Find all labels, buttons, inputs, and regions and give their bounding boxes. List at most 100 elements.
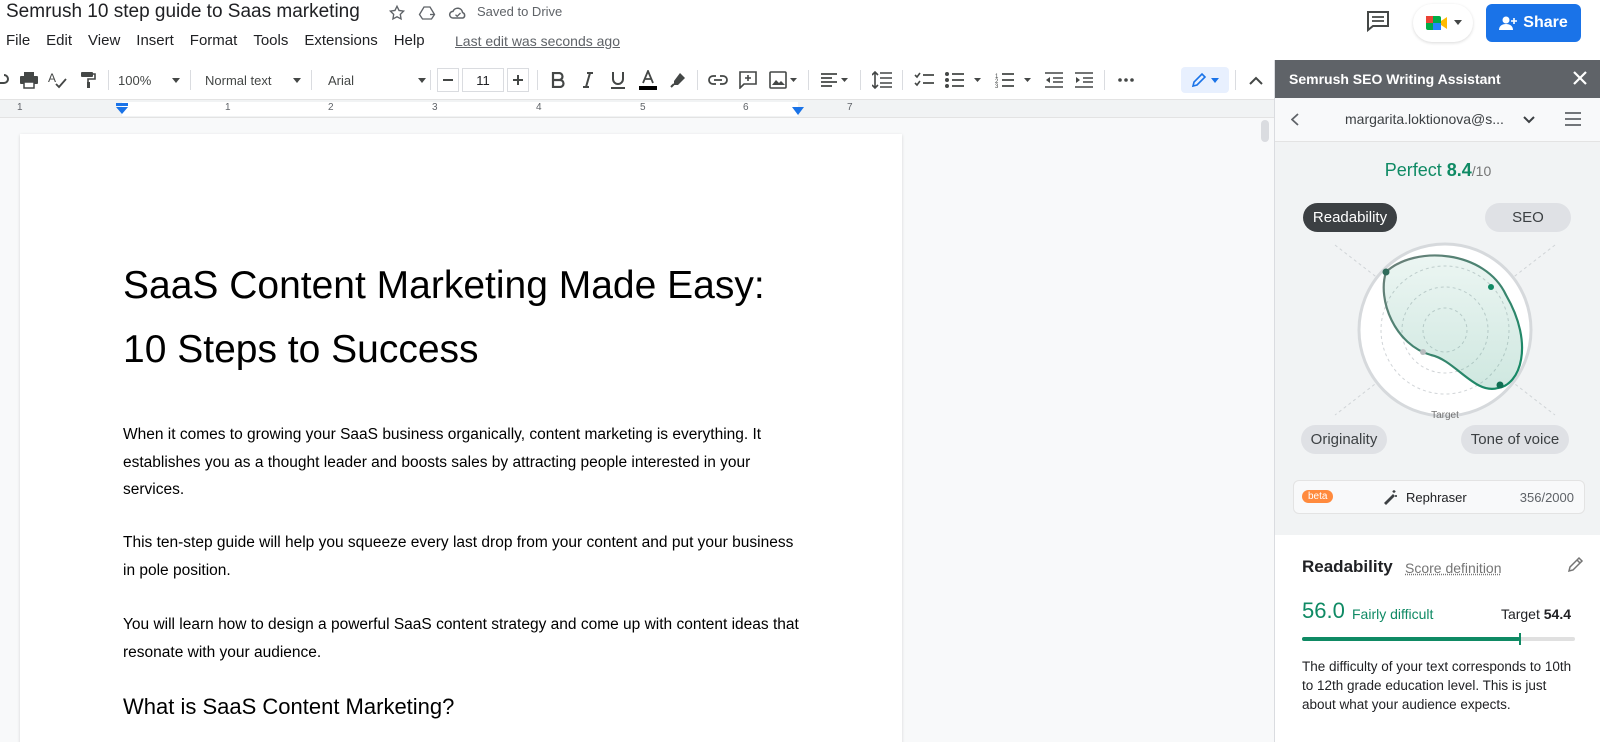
bulleted-list-icon[interactable] [942,68,986,92]
zoom-value: 100% [118,72,152,88]
tab-seo[interactable]: SEO [1485,203,1571,232]
checklist-icon[interactable] [912,68,936,92]
ruler-mark: 7 [847,102,853,113]
star-icon[interactable] [386,2,408,24]
readability-progress-fill [1302,637,1521,641]
chevron-down-icon [1211,77,1219,83]
toolbar-divider [311,70,312,90]
right-indent-marker-icon[interactable] [792,107,804,116]
radar-point-tone [1496,381,1504,389]
bold-icon[interactable] [546,68,570,92]
left-indent-marker-icon[interactable] [115,103,129,115]
increase-indent-icon[interactable] [1072,68,1096,92]
menu-edit[interactable]: Edit [46,32,72,49]
readability-level: Fairly difficult [1352,606,1434,622]
share-label: Share [1523,14,1568,31]
account-email[interactable]: margarita.loktionova@s... [1345,111,1504,127]
chevron-down-icon [1454,20,1462,25]
share-button[interactable]: Share [1486,4,1581,42]
title-bar: Semrush 10 step guide to Saas marketing … [0,0,1600,60]
rephraser-bar[interactable]: beta Rephraser 356/2000 [1293,480,1585,514]
redo-icon[interactable] [0,68,10,92]
zoom-select[interactable]: 100% [118,68,180,92]
toolbar-divider [902,70,903,90]
decrease-indent-icon[interactable] [1042,68,1066,92]
chevron-down-icon [293,77,301,83]
ruler[interactable]: 1 1 2 3 4 5 6 7 [0,100,1274,118]
ruler-mark: 5 [640,102,646,113]
menu-format[interactable]: Format [190,32,238,49]
underline-icon[interactable] [606,68,630,92]
italic-icon[interactable] [576,68,600,92]
add-comment-icon[interactable] [736,68,760,92]
tab-tone-of-voice[interactable]: Tone of voice [1461,425,1569,454]
spellcheck-icon[interactable]: A [46,68,70,92]
tab-originality[interactable]: Originality [1301,425,1387,454]
readability-description: The difficulty of your text corresponds … [1302,659,1572,712]
last-edit-link[interactable]: Last edit was seconds ago [455,33,620,49]
document-page[interactable]: SaaS Content Marketing Made Easy: 10 Ste… [20,134,902,742]
menu-icon[interactable] [1565,112,1581,126]
font-family-select[interactable]: Arial [328,68,426,92]
pencil-icon[interactable] [1567,555,1585,578]
comment-history-icon[interactable] [1365,9,1395,37]
paragraph-style-value: Normal text [205,72,272,88]
menu-insert[interactable]: Insert [136,32,174,49]
document-title[interactable]: Semrush 10 step guide to Saas marketing [6,1,360,23]
move-to-drive-icon[interactable] [416,2,438,24]
line-spacing-icon[interactable] [870,68,894,92]
menu-file[interactable]: File [6,32,30,49]
readability-target-marker [1519,633,1522,645]
vertical-scrollbar[interactable] [1261,120,1269,142]
ruler-mark: 6 [743,102,749,113]
menu-view[interactable]: View [88,32,120,49]
document-paragraph: When it comes to growing your SaaS busin… [123,426,762,498]
toolbar-divider [190,70,191,90]
insert-image-icon[interactable] [766,68,800,92]
paragraph-style-select[interactable]: Normal text [205,68,301,92]
tab-readability[interactable]: Readability [1303,203,1397,232]
print-icon[interactable] [17,68,41,92]
ruler-mark: 1 [17,102,23,113]
score-definition-link[interactable]: Score definition [1405,560,1502,576]
rephraser-button[interactable]: Rephraser [1382,489,1467,505]
readability-score: 56.0 [1302,598,1345,623]
score-value: 8.4 [1446,160,1472,180]
beta-badge: beta [1302,490,1334,503]
readability-progress-bar [1302,633,1575,645]
align-icon[interactable] [818,68,852,92]
menu-tools[interactable]: Tools [253,32,288,49]
toolbar-divider [108,70,109,90]
highlight-color-icon[interactable] [666,68,690,92]
ruler-mark: 2 [328,102,334,113]
insert-link-icon[interactable] [706,68,730,92]
svg-text:A: A [48,71,56,85]
svg-text:3: 3 [995,84,999,88]
meet-button[interactable] [1413,4,1473,42]
menu-extensions[interactable]: Extensions [304,32,377,49]
paint-format-icon[interactable] [76,68,100,92]
chevron-down-icon [418,77,426,83]
ruler-text-area [122,102,798,116]
text-color-icon[interactable] [636,68,660,92]
document-paragraph: This ten-step guide will help you squeez… [123,534,794,579]
font-size-input[interactable]: 11 [462,68,504,92]
chevron-down-icon[interactable] [1523,116,1535,124]
decrease-font-size-button[interactable] [437,68,459,92]
score-radar-chart: Target [1334,242,1556,421]
chevron-up-icon[interactable] [1244,68,1268,92]
chevron-left-icon[interactable] [1291,113,1299,126]
menu-help[interactable]: Help [394,32,425,49]
increase-font-size-button[interactable] [507,68,529,92]
menu-bar: File Edit View Insert Format Tools Exten… [6,32,441,49]
formatting-toolbar: A 100% Normal text Arial 11 1 2 3 [0,60,1274,100]
account-row: margarita.loktionova@s... [1275,98,1600,142]
more-options-icon[interactable] [1114,68,1138,92]
toolbar-divider [1235,70,1236,90]
toolbar-divider [860,70,861,90]
panel-title: Semrush SEO Writing Assistant [1289,71,1501,87]
radar-point-readability [1382,268,1390,276]
numbered-list-icon[interactable]: 123 [992,68,1036,92]
editing-mode-button[interactable] [1181,67,1229,93]
close-icon[interactable] [1573,69,1587,90]
